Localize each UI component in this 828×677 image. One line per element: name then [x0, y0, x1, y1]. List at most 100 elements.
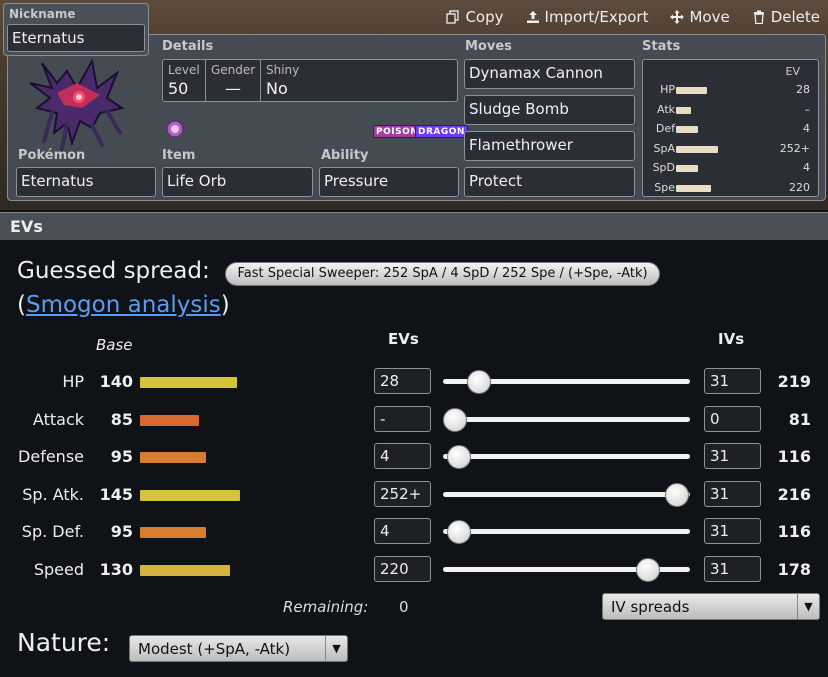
stat-name: SpD: [652, 161, 675, 174]
copy-button[interactable]: Copy: [446, 8, 504, 26]
move-button[interactable]: Move: [670, 8, 730, 26]
gender-label: Gender: [211, 63, 256, 77]
stat-ev: 28: [796, 83, 810, 96]
set-toolbar: Copy Import/Export Move Delete: [446, 8, 820, 26]
base-stat-bar: [140, 452, 206, 463]
ev-row: Defense 95 4 31 116: [0, 441, 828, 471]
stat-total: 216: [777, 484, 811, 504]
base-stat-value: 145: [99, 484, 133, 504]
ev-slider-thumb[interactable]: [447, 520, 471, 544]
smogon-open-paren: (: [17, 292, 26, 318]
item-input[interactable]: Life Orb: [162, 167, 313, 197]
iv-input[interactable]: 31: [704, 518, 761, 544]
moves-label: Moves: [465, 39, 512, 54]
stats-summary-button[interactable]: EV HP 28 Atk – Def 4 SpA 252+ SpD 4 Spe 220: [642, 59, 819, 197]
ev-input[interactable]: 28: [374, 368, 431, 394]
ability-label: Ability: [321, 148, 369, 163]
nickname-label: Nickname: [9, 7, 76, 21]
level-cell: Level 50: [163, 60, 206, 101]
trash-icon: [753, 10, 764, 24]
delete-button[interactable]: Delete: [752, 8, 820, 26]
iv-input[interactable]: 31: [704, 368, 761, 394]
stat-label: HP: [62, 372, 84, 391]
base-stat-bar: [140, 414, 199, 426]
nickname-input[interactable]: Eternatus: [7, 24, 145, 52]
move-label: Move: [689, 8, 730, 26]
nature-label: Nature:: [17, 628, 111, 657]
stat-name: HP: [660, 83, 675, 96]
pokemon-sprite[interactable]: [22, 53, 132, 153]
stat-summary-row: SpD 4: [643, 161, 820, 179]
move-3-input[interactable]: Flamethrower: [464, 131, 635, 161]
ev-input[interactable]: -: [374, 405, 431, 432]
stat-name: Atk: [656, 102, 675, 116]
iv-input[interactable]: 31: [704, 443, 761, 469]
stat-summary-row: Def 4: [643, 122, 820, 140]
ev-slider-track[interactable]: [443, 454, 690, 459]
move-2-input[interactable]: Sludge Bomb: [464, 95, 635, 125]
ev-input[interactable]: 220: [374, 555, 431, 582]
stat-ev: –: [804, 102, 811, 116]
ev-slider-thumb[interactable]: [665, 482, 689, 507]
guessed-spread-button[interactable]: Fast Special Sweeper: 252 SpA / 4 SpD / …: [225, 262, 660, 286]
iv-input[interactable]: 31: [704, 480, 761, 507]
stat-label: Sp. Def.: [21, 522, 84, 541]
ev-input[interactable]: 4: [374, 443, 431, 469]
stat-bar: [676, 184, 711, 192]
move-1-input[interactable]: Dynamax Cannon: [464, 59, 635, 89]
iv-input[interactable]: 31: [704, 555, 761, 582]
ability-input[interactable]: Pressure: [319, 167, 459, 197]
iv-spreads-select[interactable]: IV spreads ▼: [602, 593, 820, 620]
smogon-analysis-link[interactable]: Smogon analysis: [26, 292, 221, 318]
stat-total: 116: [777, 447, 811, 466]
stat-summary-row: SpA 252+: [643, 142, 820, 160]
shiny-cell: Shiny No: [261, 60, 457, 101]
gender-cell: Gender —: [206, 60, 261, 101]
smogon-analysis-line: (Smogon analysis): [17, 292, 230, 318]
base-stat-bar: [140, 377, 237, 388]
stat-summary-row: Atk –: [643, 103, 820, 121]
ev-slider-thumb[interactable]: [443, 407, 467, 432]
pokemon-input[interactable]: Eternatus: [16, 167, 156, 197]
item-label: Item: [162, 148, 196, 163]
shiny-label: Shiny: [266, 63, 300, 77]
stat-ev: 4: [803, 122, 810, 135]
delete-label: Delete: [770, 8, 820, 26]
ev-slider-track[interactable]: [443, 491, 690, 497]
ev-row: HP 140 28 31 219: [0, 366, 828, 396]
iv-input[interactable]: 0: [704, 405, 761, 432]
remaining-label: Remaining:: [283, 598, 369, 616]
ev-slider-thumb[interactable]: [447, 445, 471, 469]
nature-select[interactable]: Modest (+SpA, -Atk) ▼: [129, 635, 348, 662]
base-stat-value: 95: [110, 522, 133, 541]
iv-spreads-value: IV spreads: [611, 598, 690, 616]
type-badge-dragon: DRAGON: [415, 125, 468, 138]
upload-icon: [526, 11, 539, 23]
base-stat-bar: [140, 489, 240, 501]
ev-slider-track[interactable]: [443, 529, 690, 534]
ev-row: Sp. Atk. 145 252+ 31 216: [0, 479, 828, 509]
nickname-section: Nickname Eternatus: [3, 3, 149, 56]
base-stat-bar: [140, 527, 206, 538]
move-4-input[interactable]: Protect: [464, 167, 635, 197]
evs-column-header: EVs: [388, 330, 419, 348]
stat-bar: [676, 165, 698, 172]
import-export-label: Import/Export: [544, 8, 649, 26]
nature-value: Modest (+SpA, -Atk): [138, 640, 291, 658]
stat-ev: 220: [789, 180, 810, 194]
ev-row: Sp. Def. 95 4 31 116: [0, 516, 828, 546]
smogon-close-paren: ): [220, 292, 230, 318]
ev-input[interactable]: 252+: [374, 480, 431, 507]
stat-total: 178: [777, 559, 811, 579]
ev-slider-thumb[interactable]: [636, 557, 660, 582]
ev-slider-track[interactable]: [443, 416, 690, 422]
stat-ev: 252+: [779, 141, 810, 155]
move-arrows-icon: [670, 10, 685, 24]
base-column-header: Base: [96, 336, 133, 354]
ev-slider-thumb[interactable]: [467, 370, 491, 394]
details-box[interactable]: Level 50 Gender — Shiny No: [162, 59, 458, 102]
app-root: Copy Import/Export Move Delete Nickname …: [0, 0, 828, 677]
base-stat-bar: [140, 564, 230, 576]
import-export-button[interactable]: Import/Export: [526, 8, 649, 26]
ev-input[interactable]: 4: [374, 518, 431, 544]
